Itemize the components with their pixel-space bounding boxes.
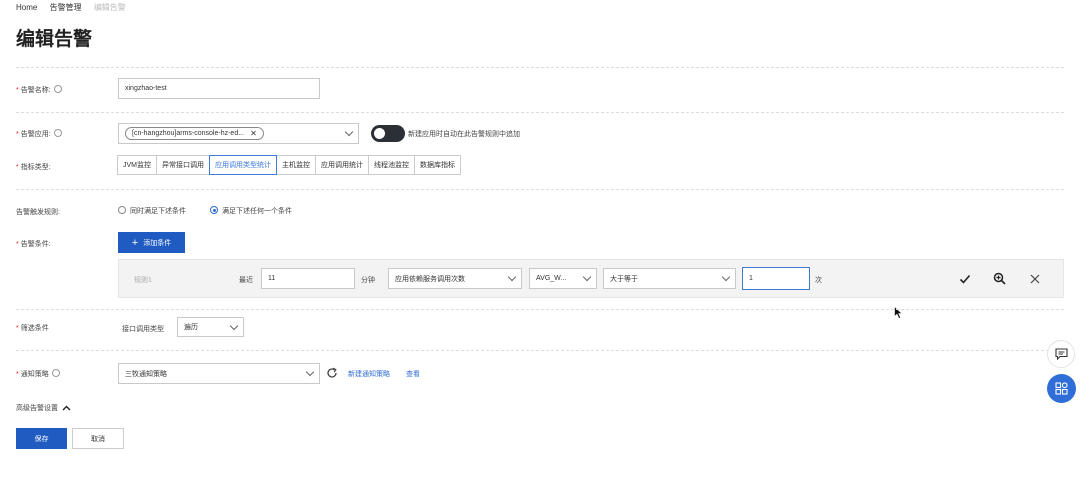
toggle-label: 新建应用时自动在此告警规则中追加 [408, 131, 520, 138]
breadcrumb-home[interactable]: Home [16, 3, 37, 12]
help-icon [51, 369, 60, 377]
chevron-down-icon [721, 272, 731, 282]
plus-icon: + [131, 236, 139, 249]
tag-close-icon[interactable]: ✕ [250, 129, 257, 138]
breadcrumb-current: 编辑告警 [93, 3, 126, 12]
confirm-check-icon[interactable] [959, 273, 971, 285]
apps-button[interactable] [1047, 374, 1076, 403]
rule-name: 规则1 [134, 277, 152, 284]
page-title: 编辑告警 [16, 29, 93, 50]
metric-tabs: JVM监控 异常接口调用 应用调用类型统计 主机监控 应用调用统计 线程池监控 … [117, 155, 461, 175]
alert-name-input[interactable]: xingzhao-test [118, 78, 320, 99]
app-label: * 告警应用: [16, 129, 62, 139]
divider [16, 112, 1064, 113]
auto-append-toggle[interactable] [371, 125, 405, 142]
chevron-up-icon [62, 405, 71, 411]
minutes-input[interactable]: 11 [261, 268, 355, 289]
save-button[interactable]: 保存 [16, 428, 67, 449]
refresh-icon[interactable] [326, 367, 338, 379]
breadcrumb-alerts[interactable]: 告警管理 [50, 3, 82, 12]
metric-select[interactable]: 应用依赖服务调用次数 [388, 268, 522, 289]
chat-icon [1054, 348, 1068, 360]
trigger-option-all[interactable]: 同时满足下述条件 [118, 206, 186, 216]
divider [16, 67, 1064, 68]
count-unit: 次 [815, 277, 822, 284]
grid-apps-icon [1055, 382, 1068, 395]
advanced-settings-toggle[interactable]: 高级告警设置 [16, 403, 71, 413]
tab-thread-pool[interactable]: 线程池监控 [368, 155, 415, 175]
view-link[interactable]: 查看 [406, 369, 420, 379]
help-icon [53, 85, 62, 93]
filter-sub-label: 接口调用类型 [122, 326, 164, 333]
recent-label: 最近 [239, 277, 253, 284]
tab-exception[interactable]: 异常接口调用 [156, 155, 210, 175]
operator-select[interactable]: 大于等于 [603, 268, 736, 289]
notify-policy-select[interactable]: 三牧通知策略 [118, 363, 320, 384]
metric-label: * 指标类型: [16, 164, 51, 171]
cancel-button[interactable]: 取消 [72, 428, 124, 449]
filter-label: * 筛选条件 [16, 325, 49, 332]
divider [16, 309, 1064, 310]
condition-label: * 告警条件: [16, 241, 51, 248]
name-label: * 告警名称: [16, 85, 62, 95]
breadcrumb: Home 告警管理 编辑告警 [16, 2, 136, 13]
add-condition-button[interactable]: + 添加条件 [118, 232, 185, 253]
minutes-unit: 分钟 [361, 277, 375, 284]
toggle-knob [374, 128, 385, 139]
threshold-input[interactable]: 1 [742, 267, 810, 290]
chevron-down-icon [305, 367, 315, 377]
tab-app-calls[interactable]: 应用调用统计 [315, 155, 369, 175]
tab-jvm[interactable]: JVM监控 [117, 155, 157, 175]
radio-icon [118, 206, 126, 214]
radio-checked-icon [210, 206, 218, 214]
divider [16, 189, 1064, 190]
help-icon [53, 129, 62, 137]
app-tag: [cn-hangzhou]arms-console-hz-ed... ✕ [125, 127, 264, 140]
divider [16, 350, 1064, 351]
mouse-cursor-icon [894, 306, 903, 319]
tab-database[interactable]: 数据库指标 [414, 155, 461, 175]
app-select[interactable]: [cn-hangzhou]arms-console-hz-ed... ✕ [118, 123, 359, 144]
aggregation-select[interactable]: AVG_W... [529, 268, 597, 289]
trigger-option-any[interactable]: 满足下述任何一个条件 [210, 206, 292, 216]
notify-label: * 通知策略 [16, 369, 60, 379]
filter-select[interactable]: 遍历 [177, 317, 244, 337]
tab-call-type[interactable]: 应用调用类型统计 [209, 155, 277, 175]
trigger-label: 告警触发规则: [16, 209, 60, 216]
tab-host[interactable]: 主机监控 [276, 155, 316, 175]
close-icon[interactable] [1030, 274, 1040, 284]
chevron-down-icon [582, 272, 592, 282]
chevron-down-icon [507, 272, 517, 282]
chevron-down-icon [344, 127, 354, 137]
new-policy-link[interactable]: 新建通知策略 [348, 369, 390, 379]
chevron-down-icon [229, 321, 239, 330]
feedback-button[interactable] [1047, 340, 1075, 368]
zoom-in-icon[interactable] [993, 272, 1006, 285]
